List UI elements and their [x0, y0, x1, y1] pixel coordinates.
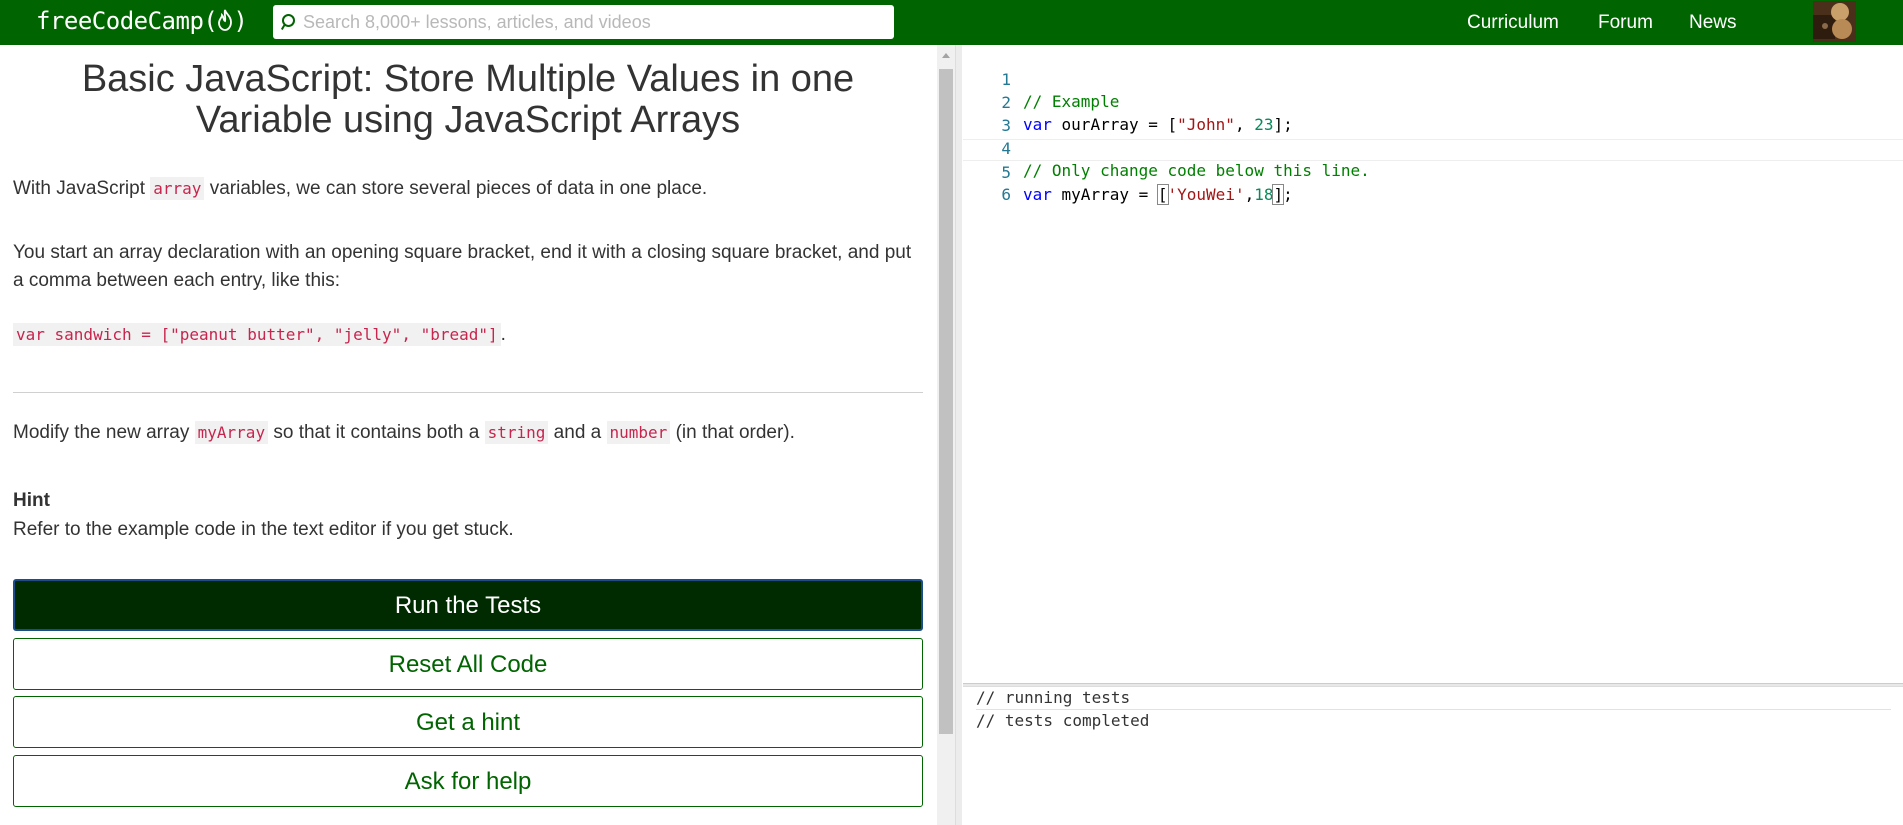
flame-icon [217, 9, 233, 37]
nav-link-curriculum[interactable]: Curriculum [1467, 12, 1559, 34]
bracket-match: ] [1272, 184, 1285, 205]
panel-resize-handle[interactable] [955, 45, 962, 825]
page-title: Basic JavaScript: Store Multiple Values … [81, 58, 855, 141]
challenge-description-panel: Basic JavaScript: Store Multiple Values … [0, 45, 937, 825]
inline-code-array: array [150, 177, 205, 200]
scrollbar-thumb[interactable] [939, 69, 953, 734]
ask-for-help-button[interactable]: Ask for help [13, 755, 923, 807]
get-hint-button[interactable]: Get a hint [13, 696, 923, 748]
code-line: 1 // Example [963, 47, 1903, 111]
nav-link-news[interactable]: News [1689, 12, 1737, 34]
test-output-panel: // running tests // tests completed [963, 687, 1903, 825]
hint-heading: Hint [13, 490, 50, 511]
top-nav: freeCodeCamp() Curriculum Forum News [0, 0, 1903, 45]
line-number: 6 [1001, 185, 1011, 204]
inline-code-number: number [606, 421, 671, 444]
freecodecamp-logo[interactable]: freeCodeCamp() [36, 7, 248, 37]
code-line-active: 5 var myArray = ['YouWei',18]; [963, 139, 1903, 205]
inline-code-string: string [484, 421, 549, 444]
search-box[interactable] [273, 5, 894, 39]
inline-code-sandwich: var sandwich = ["peanut butter", "jelly"… [13, 323, 501, 346]
code-line: 6 [963, 162, 1903, 204]
hint-text: Refer to the example code in the text ed… [13, 519, 514, 540]
paragraph-instructions: Modify the new array myArray so that it … [13, 421, 795, 444]
code-line: 3 [963, 93, 1903, 135]
bracket-match: [ [1156, 184, 1169, 205]
scroll-up-arrow-icon[interactable] [942, 53, 950, 58]
output-line: // running tests [976, 688, 1131, 707]
reset-code-button[interactable]: Reset All Code [13, 638, 923, 690]
paragraph-intro: With JavaScript array variables, we can … [13, 177, 708, 200]
avatar[interactable] [1813, 1, 1856, 42]
search-input[interactable] [303, 5, 888, 39]
paragraph-example: var sandwich = ["peanut butter", "jelly"… [13, 321, 925, 349]
code-editor[interactable]: 1 // Example 2 var ourArray = ["John", 2… [963, 45, 1903, 683]
nav-link-forum[interactable]: Forum [1598, 12, 1653, 34]
logo-text: freeCodeCamp( [36, 7, 218, 35]
output-line: // tests completed [976, 711, 1150, 730]
paragraph-syntax: You start an array declaration with an o… [13, 242, 912, 291]
search-icon [280, 13, 299, 36]
description-scrollbar[interactable] [937, 45, 955, 825]
logo-close-paren: ) [233, 7, 248, 35]
inline-code-myarray: myArray [194, 421, 269, 444]
code-line: 4 // Only change code below this line. [963, 116, 1903, 180]
code-line: 2 var ourArray = ["John", 23]; [963, 70, 1903, 134]
run-tests-button[interactable]: Run the Tests [13, 579, 923, 631]
divider [13, 392, 923, 393]
